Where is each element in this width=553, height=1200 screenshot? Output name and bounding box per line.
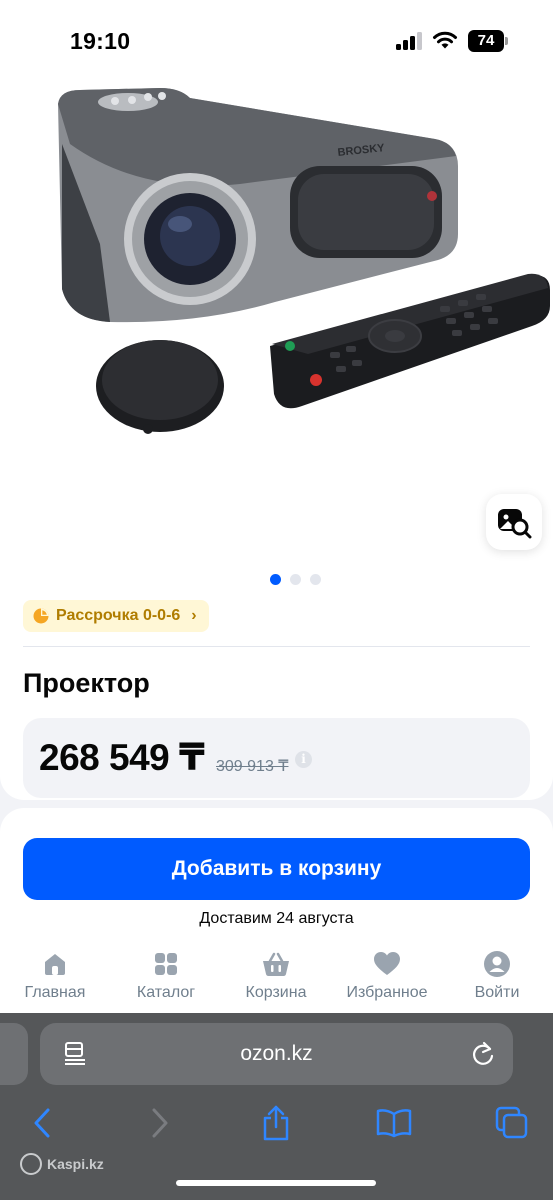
battery-level: 74 <box>468 30 504 52</box>
chevron-right-icon <box>152 1108 168 1138</box>
tabs-button[interactable] <box>492 1103 532 1143</box>
cart-icon <box>263 952 289 976</box>
chevron-right-icon: › <box>191 607 197 624</box>
cellular-signal-icon <box>396 32 424 50</box>
kaspi-logo-icon <box>20 1153 42 1175</box>
tab-label: Главная <box>24 984 86 1001</box>
chevron-left-icon <box>34 1108 50 1138</box>
watermark-text: Kaspi.kz <box>47 1156 104 1172</box>
book-icon <box>376 1109 412 1138</box>
share-button[interactable] <box>256 1103 296 1143</box>
installment-label: Рассрочка 0-0-6 <box>56 607 181 624</box>
tab-home[interactable]: Главная <box>0 948 110 1002</box>
gallery-pagination <box>270 574 321 585</box>
tab-cart[interactable]: Корзина <box>221 948 331 1002</box>
status-time: 19:10 <box>70 28 131 54</box>
browser-toolbar: ozon.kz Kaspi.kz <box>0 1013 553 1200</box>
home-icon <box>45 954 65 975</box>
home-indicator[interactable] <box>176 1180 376 1186</box>
battery-icon: 74 <box>468 30 508 52</box>
divider <box>23 646 530 647</box>
gallery-dot[interactable] <box>310 574 321 585</box>
tab-label: Избранное <box>346 984 428 1001</box>
product-card: BROSKY Рассрочка 0-0-6 › Проектор 268 54… <box>0 84 553 800</box>
price-current: 268 549 ₸ <box>39 737 205 778</box>
back-button[interactable] <box>22 1103 62 1143</box>
tab-favorites[interactable]: Избранное <box>332 948 442 1002</box>
tab-catalog[interactable]: Каталог <box>111 948 221 1002</box>
installment-badge[interactable]: Рассрочка 0-0-6 › <box>23 600 209 632</box>
pie-chart-icon <box>33 608 49 624</box>
add-to-cart-button[interactable]: Добавить в корзину <box>23 838 530 900</box>
gallery-dot[interactable] <box>290 574 301 585</box>
address-bar[interactable]: ozon.kz <box>40 1023 513 1085</box>
user-icon <box>484 951 510 977</box>
previous-tab-preview[interactable] <box>0 1023 28 1085</box>
visual-search-button[interactable] <box>486 494 542 550</box>
delivery-date: Доставим 24 августа <box>199 910 354 927</box>
tabs-icon <box>495 1106 528 1139</box>
price-old: 309 913 ₸ <box>216 758 289 775</box>
status-bar: 19:10 74 <box>0 0 553 84</box>
price-box: 268 549 ₸ 309 913 ₸ i <box>23 718 530 798</box>
product-image[interactable]: BROSKY <box>40 84 553 444</box>
share-icon <box>263 1105 289 1141</box>
url-text: ozon.kz <box>240 1042 313 1065</box>
wifi-icon <box>433 31 457 49</box>
tab-login[interactable]: Войти <box>442 948 552 1002</box>
heart-icon <box>374 952 400 975</box>
tab-bar: Главная Каталог Корзина Избранное Войти <box>0 948 553 1008</box>
bookmarks-button[interactable] <box>374 1103 414 1143</box>
gallery-dot[interactable] <box>270 574 281 585</box>
tab-label: Войти <box>474 984 520 1001</box>
reload-icon[interactable] <box>470 1041 496 1067</box>
image-search-icon <box>498 509 532 539</box>
forward-button[interactable] <box>140 1103 180 1143</box>
product-title: Проектор <box>23 668 150 698</box>
watermark: Kaspi.kz <box>20 1153 104 1175</box>
action-area: Добавить в корзину Доставим 24 августа Г… <box>0 808 553 1013</box>
tab-label: Корзина <box>245 984 307 1001</box>
info-icon[interactable]: i <box>295 751 312 768</box>
tab-label: Каталог <box>136 984 196 1001</box>
catalog-icon <box>155 953 177 975</box>
